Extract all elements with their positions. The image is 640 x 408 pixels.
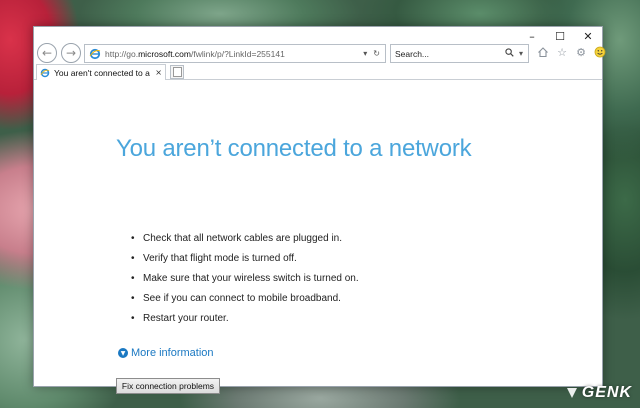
address-bar[interactable]: http://go.microsoft.com/fwlink/p/?LinkId…: [84, 44, 386, 63]
address-url[interactable]: http://go.microsoft.com/fwlink/p/?LinkId…: [105, 49, 363, 59]
list-item: Restart your router.: [131, 312, 359, 332]
page-content: You aren’t connected to a network Check …: [34, 81, 602, 394]
tab-row: You aren't connected to a n... ×: [34, 64, 602, 80]
new-tab-button[interactable]: [170, 65, 184, 79]
tab-active[interactable]: You aren't connected to a n... ×: [36, 64, 166, 80]
tab-close-icon[interactable]: ×: [155, 68, 162, 77]
refresh-icon[interactable]: ↻: [373, 49, 380, 58]
favorites-star-icon[interactable]: ☆: [555, 45, 569, 59]
search-input[interactable]: Search...: [395, 49, 505, 59]
watermark-logo: GENK: [565, 384, 632, 402]
forward-button[interactable]: →: [61, 43, 81, 63]
chevron-down-icon: ▼: [118, 348, 128, 358]
watermark-text: GENK: [581, 384, 632, 401]
troubleshooting-list: Check that all network cables are plugge…: [131, 232, 359, 332]
new-tab-icon: [172, 67, 182, 77]
back-arrow-icon: ←: [41, 46, 53, 60]
more-information-link[interactable]: ▼ More information: [118, 347, 214, 359]
back-button[interactable]: ←: [37, 43, 57, 63]
browser-window: – ☐ ✕ ← → http://go.microsoft.com/fwlink…: [33, 26, 606, 394]
search-dropdown-icon[interactable]: ▾: [519, 49, 523, 58]
more-information-label: More information: [131, 347, 214, 359]
smiley-feedback-icon[interactable]: [593, 45, 607, 59]
ie-tab-icon: [40, 63, 50, 82]
list-item: Make sure that your wireless switch is t…: [131, 272, 359, 292]
list-item: See if you can connect to mobile broadba…: [131, 292, 359, 312]
toolbar-icons: ☆ ⚙: [536, 45, 607, 59]
genk-logo-icon: [565, 386, 579, 400]
ie-logo-icon: [88, 47, 102, 61]
settings-gear-icon[interactable]: ⚙: [574, 45, 588, 59]
home-icon[interactable]: [536, 45, 550, 59]
list-item: Check that all network cables are plugge…: [131, 232, 359, 252]
page-title: You aren’t connected to a network: [116, 135, 472, 162]
list-item: Verify that flight mode is turned off.: [131, 252, 359, 272]
dropdown-arrow-icon[interactable]: ▾: [363, 49, 367, 58]
tab-label: You aren't connected to a n...: [54, 67, 151, 78]
search-icon[interactable]: [505, 48, 514, 59]
search-box[interactable]: Search... ▾: [390, 44, 529, 63]
forward-arrow-icon: →: [65, 46, 77, 60]
fix-connection-button[interactable]: Fix connection problems: [116, 378, 220, 394]
